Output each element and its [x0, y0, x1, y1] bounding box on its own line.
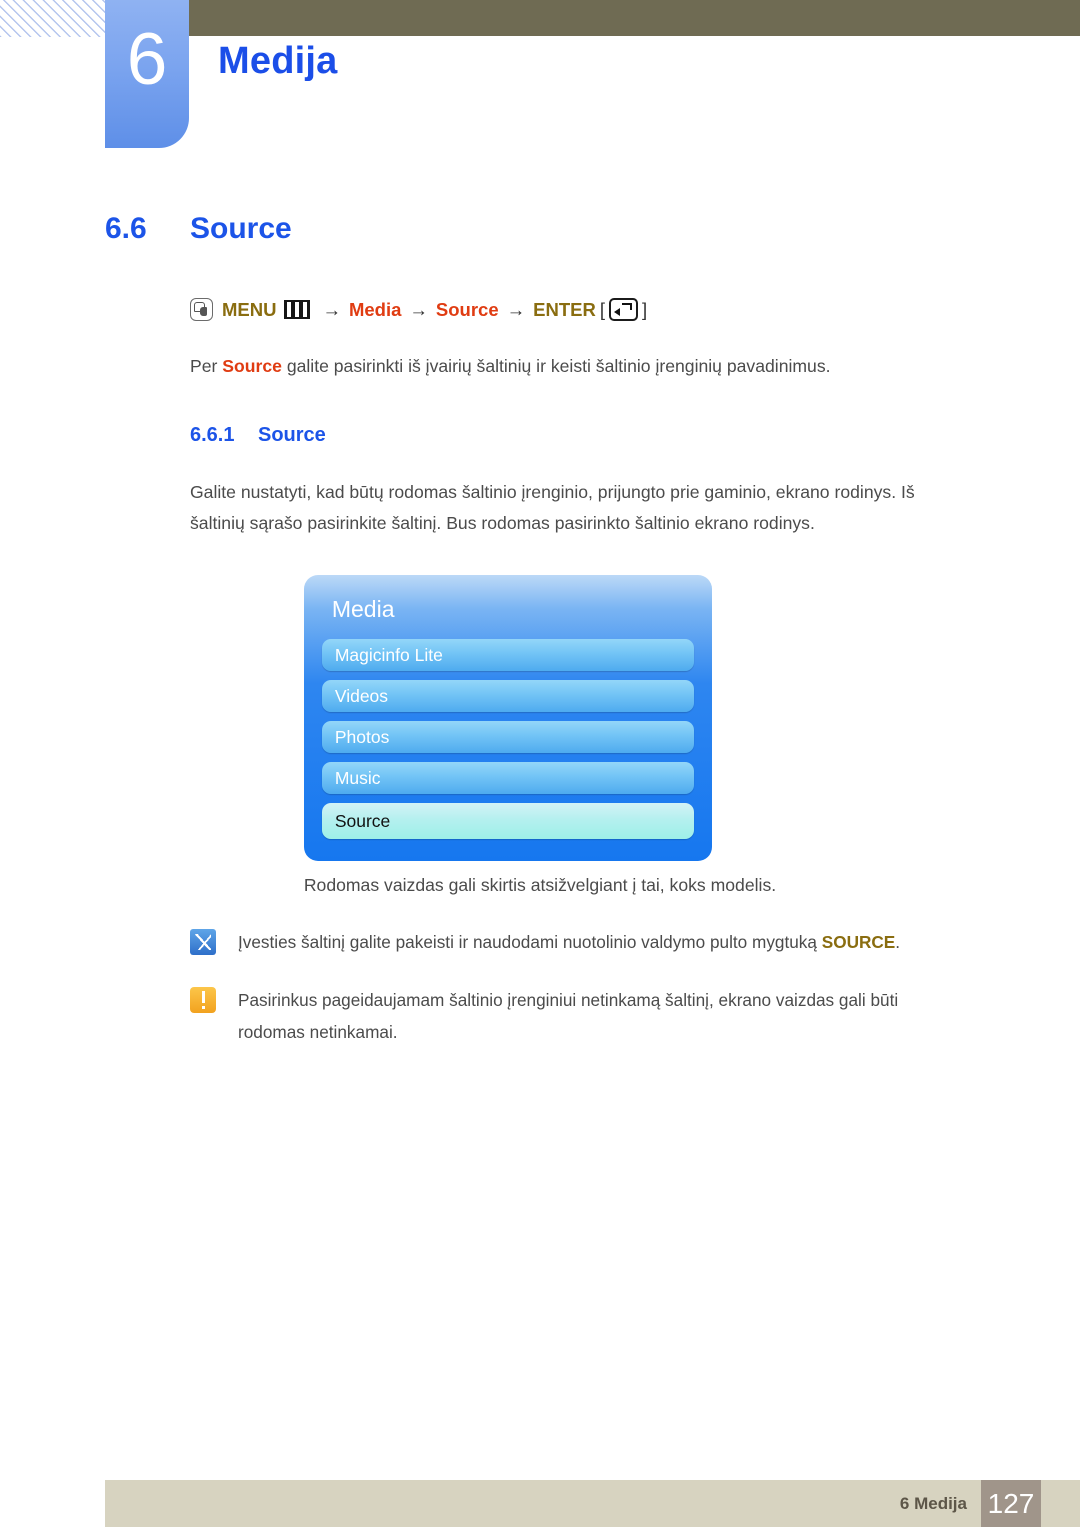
path-item-media: Media: [348, 298, 402, 320]
osd-item-source[interactable]: Source: [321, 803, 694, 839]
olive-header-bar: [188, 0, 1080, 36]
footer-page-number: 127: [981, 1480, 1041, 1527]
osd-item-videos[interactable]: Videos: [321, 680, 694, 712]
section-title: Source: [190, 212, 292, 245]
menu-bars-icon: [284, 300, 311, 319]
page-footer: 6 Medija 127: [105, 1480, 1080, 1527]
enter-label: ENTER: [533, 298, 596, 320]
press-button-icon: [190, 298, 213, 321]
section-number: 6.6: [105, 212, 147, 245]
osd-menu-title: Media: [331, 596, 395, 622]
note-warning-text: Pasirinkus pageidaujamam šaltinio įrengi…: [238, 990, 899, 1042]
note-info-before: Įvesties šaltinį galite pakeisti ir naud…: [238, 932, 822, 952]
intro-text-before: Per: [190, 356, 223, 376]
subsection-heading: 6.6.1 Source: [190, 424, 1080, 447]
bracket-open: [: [599, 298, 605, 320]
section-heading: 6.6 Source: [0, 212, 1080, 246]
page-content: 6.6 Source MENU → Media → Source → ENTER …: [0, 160, 1080, 1048]
description-paragraph: Galite nustatyti, kad būtų rodomas šalti…: [190, 482, 915, 533]
path-arrow-2: →: [409, 298, 428, 320]
osd-figure: Media Magicinfo Lite Videos Photos Music…: [0, 575, 1080, 896]
path-arrow-1: →: [322, 298, 341, 320]
hatch-decoration: [0, 0, 106, 37]
path-item-source: Source: [435, 298, 499, 320]
osd-menu-panel: Media Magicinfo Lite Videos Photos Music…: [303, 575, 712, 861]
warning-exclamation-icon: [190, 987, 216, 1013]
note-info-after: .: [895, 932, 901, 952]
chapter-title: Medija: [218, 40, 338, 82]
osd-caption: Rodomas vaizdas gali skirtis atsižvelgia…: [303, 875, 777, 895]
note-info: Įvesties šaltinį galite pakeisti ir naud…: [190, 926, 960, 958]
osd-item-photos[interactable]: Photos: [321, 721, 694, 753]
subsection-number: 6.6.1: [190, 424, 235, 446]
osd-item-magicinfo-lite[interactable]: Magicinfo Lite: [321, 639, 694, 671]
note-info-highlight: SOURCE: [821, 932, 896, 952]
menu-label: MENU: [222, 298, 277, 320]
chapter-number-badge: 6: [105, 0, 189, 148]
menu-path-breadcrumb: MENU → Media → Source → ENTER [ ]: [190, 298, 1080, 321]
osd-item-music[interactable]: Music: [321, 762, 694, 794]
enter-key-icon: [608, 298, 638, 321]
path-arrow-3: →: [506, 298, 526, 320]
intro-paragraph: Per Source galite pasirinkti iš įvairių …: [190, 351, 950, 382]
note-warning: Pasirinkus pageidaujamam šaltinio įrengi…: [190, 984, 960, 1048]
note-info-text: Įvesties šaltinį galite pakeisti ir naud…: [238, 926, 900, 958]
note-pen-icon: [190, 929, 216, 955]
intro-highlight: Source: [222, 356, 282, 376]
page-header: 6 Medija: [0, 0, 1080, 160]
bracket-close: ]: [641, 298, 648, 320]
intro-text-after: galite pasirinkti iš įvairių šaltinių ir…: [281, 356, 831, 376]
footer-chapter-label: 6 Medija: [899, 1493, 967, 1513]
subsection-title: Source: [258, 424, 326, 446]
